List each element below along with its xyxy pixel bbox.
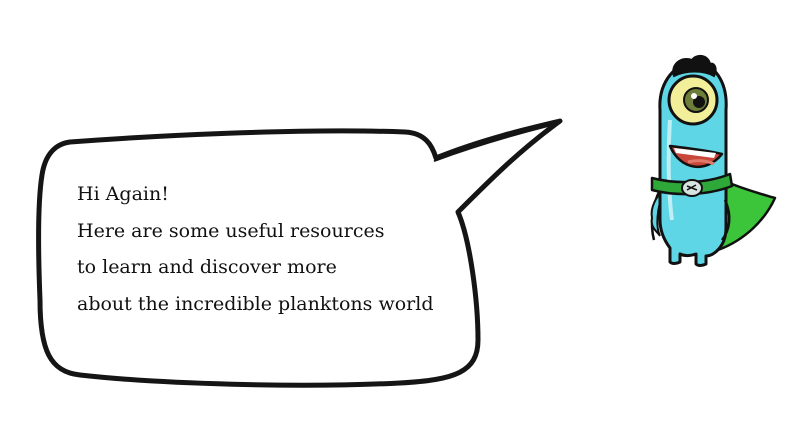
message-line-2: to learn and discover more [77, 256, 337, 278]
greeting-line: Hi Again! [77, 183, 169, 205]
message-line-1: Here are some useful resources [77, 219, 385, 242]
plankton-superhero-mascot-icon [650, 54, 777, 267]
speech-bubble-text: Hi Again! Here are some useful resources… [77, 176, 477, 322]
resources-intro-panel: Hi Again! Here are some useful resources… [0, 0, 800, 426]
message-line-3: about the incredible planktons world [77, 292, 434, 315]
